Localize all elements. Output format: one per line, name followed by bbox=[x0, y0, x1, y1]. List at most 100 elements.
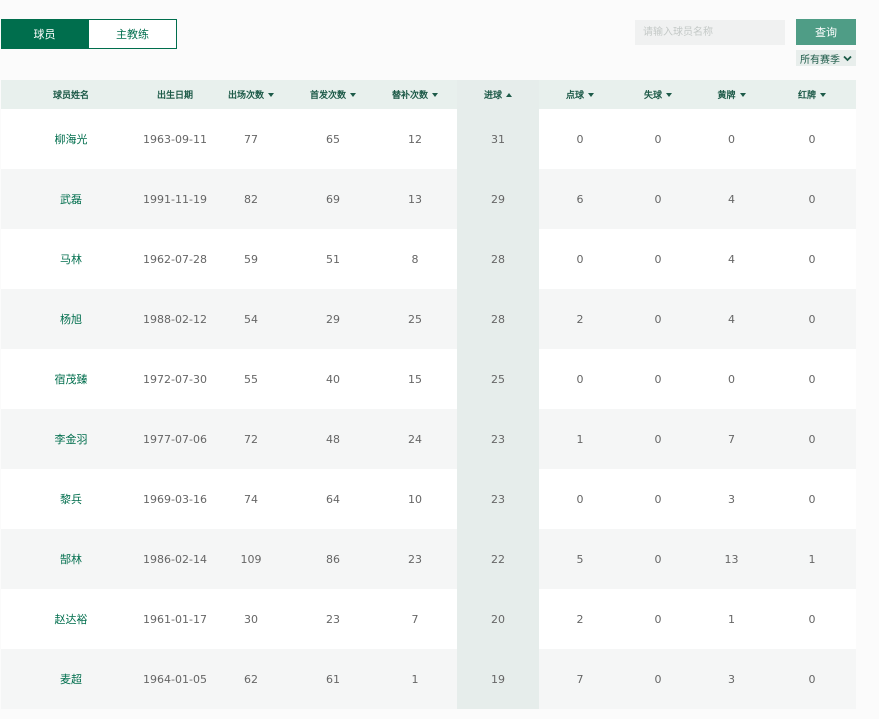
tab-players[interactable]: 球员 bbox=[1, 19, 88, 49]
cell-red-cards: 0 bbox=[808, 492, 816, 506]
cell-appearances: 59 bbox=[244, 252, 258, 266]
cell-starts: 69 bbox=[326, 192, 340, 206]
sort-descending-icon bbox=[588, 92, 594, 97]
column-header-label: 进球 bbox=[483, 91, 502, 101]
cell-substitutes: 7 bbox=[411, 612, 419, 626]
cell-goals: 28 bbox=[457, 289, 539, 349]
cell-substitutes: 23 bbox=[408, 552, 422, 566]
player-name-link[interactable]: 赵达裕 bbox=[1, 589, 141, 649]
cell-goals-conceded: 0 bbox=[654, 252, 662, 266]
table-row: 黎兵 1969-03-16 74 64 10 23 0 0 3 0 bbox=[1, 469, 856, 529]
cell-penalties: 0 bbox=[576, 372, 584, 386]
cell-substitutes: 24 bbox=[408, 432, 422, 446]
cell-goals-conceded: 0 bbox=[654, 672, 662, 686]
cell-appearances: 55 bbox=[244, 372, 258, 386]
column-header-label: 点球 bbox=[565, 91, 584, 101]
table-row: 宿茂臻 1972-07-30 55 40 15 25 0 0 0 0 bbox=[1, 349, 856, 409]
cell-goals-conceded: 0 bbox=[654, 372, 662, 386]
tab-head-coach[interactable]: 主教练 bbox=[88, 19, 177, 49]
cell-birthdate: 1972-07-30 bbox=[143, 372, 207, 386]
player-name-link[interactable]: 马林 bbox=[1, 229, 141, 289]
player-name-link[interactable]: 武磊 bbox=[1, 169, 141, 229]
cell-starts: 61 bbox=[326, 672, 340, 686]
cell-goals: 28 bbox=[457, 229, 539, 289]
column-header-label: 出场次数 bbox=[227, 91, 264, 101]
cell-birthdate: 1988-02-12 bbox=[143, 312, 207, 326]
cell-red-cards: 0 bbox=[808, 372, 816, 386]
player-name-link[interactable]: 杨旭 bbox=[1, 289, 141, 349]
cell-penalties: 2 bbox=[576, 312, 584, 326]
cell-goals: 20 bbox=[457, 589, 539, 649]
cell-yellow-cards: 3 bbox=[728, 672, 735, 686]
season-filter-dropdown[interactable]: 所有赛季 bbox=[796, 50, 856, 66]
cell-goals: 29 bbox=[457, 169, 539, 229]
cell-goals: 23 bbox=[457, 469, 539, 529]
column-header-appearances[interactable]: 出场次数 bbox=[209, 80, 293, 109]
cell-yellow-cards: 13 bbox=[724, 552, 739, 566]
column-header-label: 红牌 bbox=[797, 91, 816, 101]
column-header-label: 首发次数 bbox=[309, 91, 346, 101]
player-stats-table: 球员姓名 出生日期 出场次数 首发次数 替补次数 进球 点球 失球 黄牌 红牌 柳海光 1963-09… bbox=[1, 80, 856, 709]
sort-descending-icon bbox=[432, 92, 438, 97]
column-header-starts[interactable]: 首发次数 bbox=[293, 80, 373, 109]
cell-birthdate: 1964-01-05 bbox=[143, 672, 207, 686]
table-row: 赵达裕 1961-01-17 30 23 7 20 2 0 1 0 bbox=[1, 589, 856, 649]
cell-appearances: 30 bbox=[244, 612, 258, 626]
table-row: 李金羽 1977-07-06 72 48 24 23 1 0 7 0 bbox=[1, 409, 856, 469]
column-header-label: 出生日期 bbox=[156, 91, 193, 101]
cell-substitutes: 13 bbox=[408, 192, 422, 206]
cell-goals: 22 bbox=[457, 529, 539, 589]
sort-descending-icon bbox=[820, 92, 826, 97]
player-name-link[interactable]: 柳海光 bbox=[1, 109, 141, 169]
cell-yellow-cards: 0 bbox=[728, 132, 735, 146]
player-name-link[interactable]: 李金羽 bbox=[1, 409, 141, 469]
sort-descending-icon bbox=[350, 92, 356, 97]
column-header-yellow-cards[interactable]: 黄牌 bbox=[695, 80, 768, 109]
cell-yellow-cards: 4 bbox=[728, 192, 735, 206]
player-coach-tabs: 球员 主教练 bbox=[1, 19, 177, 49]
query-button[interactable]: 查询 bbox=[796, 19, 856, 45]
column-header-birthdate[interactable]: 出生日期 bbox=[141, 80, 209, 109]
search-input[interactable] bbox=[635, 20, 785, 45]
cell-substitutes: 10 bbox=[408, 492, 422, 506]
cell-appearances: 74 bbox=[244, 492, 258, 506]
cell-starts: 65 bbox=[326, 132, 340, 146]
sort-descending-icon bbox=[739, 92, 746, 97]
column-header-name[interactable]: 球员姓名 bbox=[1, 80, 141, 109]
cell-yellow-cards: 0 bbox=[728, 372, 735, 386]
cell-starts: 29 bbox=[326, 312, 340, 326]
cell-goals-conceded: 0 bbox=[654, 552, 662, 566]
table-row: 武磊 1991-11-19 82 69 13 29 6 0 4 0 bbox=[1, 169, 856, 229]
column-header-substitutes[interactable]: 替补次数 bbox=[373, 80, 457, 109]
player-name-link[interactable]: 麦超 bbox=[1, 649, 141, 709]
player-name-link[interactable]: 宿茂臻 bbox=[1, 349, 141, 409]
column-header-label: 失球 bbox=[643, 91, 662, 101]
chevron-down-icon bbox=[843, 55, 852, 61]
column-header-penalties[interactable]: 点球 bbox=[539, 80, 621, 109]
cell-starts: 86 bbox=[326, 552, 340, 566]
sort-descending-icon bbox=[268, 92, 274, 97]
column-header-goals-conceded[interactable]: 失球 bbox=[621, 80, 695, 109]
player-name-link[interactable]: 郜林 bbox=[1, 529, 141, 589]
cell-yellow-cards: 4 bbox=[728, 312, 735, 326]
cell-penalties: 0 bbox=[576, 252, 584, 266]
cell-red-cards: 1 bbox=[808, 552, 816, 566]
cell-red-cards: 0 bbox=[808, 252, 816, 266]
player-name-link[interactable]: 黎兵 bbox=[1, 469, 141, 529]
cell-appearances: 72 bbox=[244, 432, 258, 446]
cell-birthdate: 1977-07-06 bbox=[143, 432, 207, 446]
column-header-red-cards[interactable]: 红牌 bbox=[768, 80, 856, 109]
column-header-label: 黄牌 bbox=[717, 91, 736, 101]
cell-goals-conceded: 0 bbox=[654, 132, 662, 146]
table-row: 麦超 1964-01-05 62 61 1 19 7 0 3 0 bbox=[1, 649, 856, 709]
column-header-goals[interactable]: 进球 bbox=[457, 80, 539, 109]
cell-goals: 31 bbox=[457, 109, 539, 169]
sort-descending-icon bbox=[666, 92, 672, 97]
table-row: 马林 1962-07-28 59 51 8 28 0 0 4 0 bbox=[1, 229, 856, 289]
cell-yellow-cards: 3 bbox=[728, 492, 735, 506]
cell-goals: 23 bbox=[457, 409, 539, 469]
sort-ascending-icon bbox=[506, 92, 512, 97]
cell-penalties: 1 bbox=[576, 432, 584, 446]
cell-penalties: 6 bbox=[576, 192, 584, 206]
cell-red-cards: 0 bbox=[808, 612, 816, 626]
